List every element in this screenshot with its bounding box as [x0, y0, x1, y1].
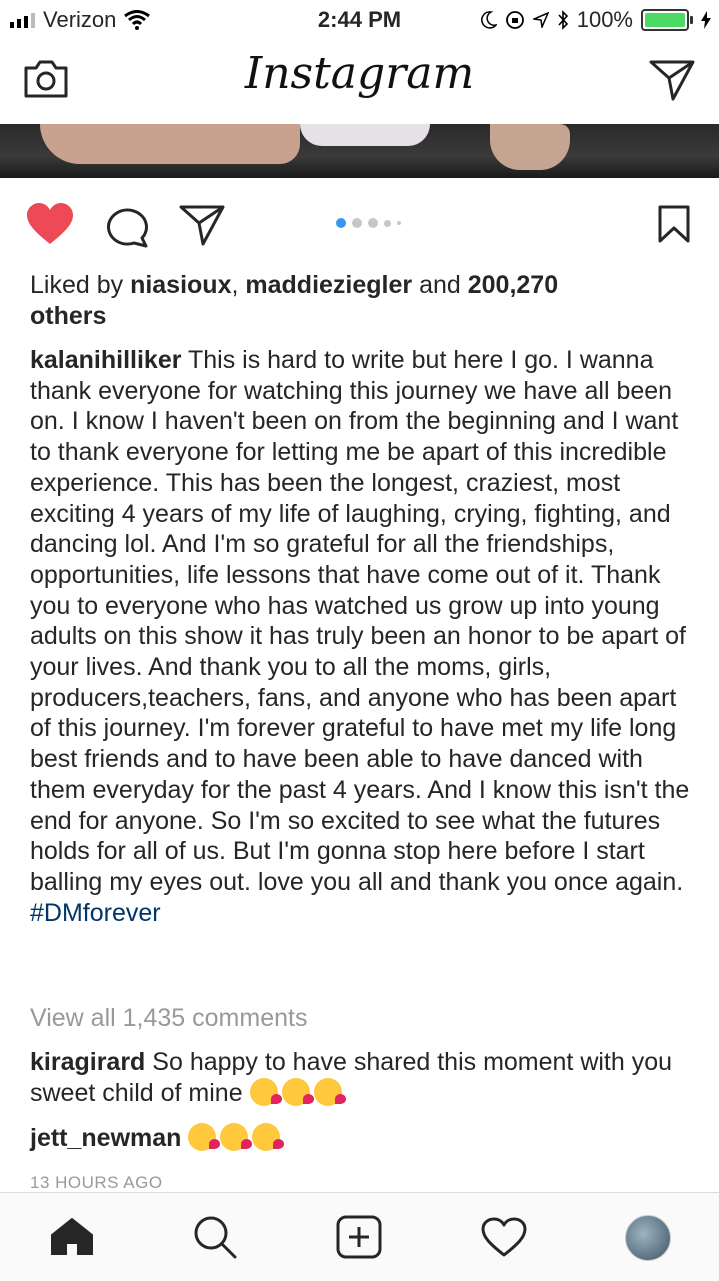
- kissing-emoji-icon: [188, 1123, 221, 1151]
- likes-separator: ,: [231, 271, 246, 299]
- location-icon: [532, 12, 549, 28]
- activity-heart-icon[interactable]: [481, 1217, 527, 1257]
- view-all-comments-link[interactable]: View all 1,435 comments: [30, 1003, 695, 1034]
- app-header: Instagram: [0, 40, 719, 124]
- home-icon[interactable]: [50, 1217, 94, 1255]
- kissing-emoji-icon: [249, 1077, 282, 1106]
- likes-line: Liked by niasioux, maddieziegler and 200…: [30, 270, 695, 331]
- likes-count: 200,270: [467, 271, 559, 299]
- kissing-emoji-icon: [220, 1123, 253, 1151]
- battery-icon: [641, 9, 693, 31]
- kissing-emoji-icon: [252, 1123, 285, 1151]
- kissing-emoji-icon: [313, 1077, 346, 1106]
- caption-author[interactable]: kalanihilliker: [30, 346, 181, 374]
- hashtag-link[interactable]: #DMforever: [30, 899, 161, 927]
- carousel-dot: [397, 221, 401, 225]
- new-post-icon[interactable]: [336, 1215, 382, 1259]
- instagram-logo: Instagram: [244, 48, 475, 99]
- carousel-indicator: [336, 218, 401, 228]
- carousel-dot: [368, 218, 378, 228]
- carousel-dot: [352, 218, 362, 228]
- post-image[interactable]: [0, 124, 719, 178]
- likes-conjunction: and: [412, 271, 468, 299]
- charging-icon: [701, 11, 711, 29]
- share-icon[interactable]: [178, 204, 226, 246]
- bluetooth-icon: [558, 10, 568, 30]
- comment-item: kiragirard So happy to have shared this …: [30, 1047, 695, 1108]
- bookmark-icon[interactable]: [657, 204, 691, 244]
- comment-item: jett_newman: [30, 1123, 695, 1154]
- orientation-lock-icon: [505, 11, 524, 29]
- post-actions: [0, 196, 719, 252]
- kissing-emoji-icon: [281, 1077, 314, 1106]
- status-bar: Verizon 2:44 PM 100%: [0, 0, 719, 40]
- search-icon[interactable]: [193, 1215, 237, 1259]
- caption-text: This is hard to write but here I go. I w…: [30, 346, 690, 896]
- comment-author[interactable]: jett_newman: [30, 1124, 181, 1152]
- status-indicators: 100%: [480, 7, 711, 33]
- direct-message-icon[interactable]: [648, 58, 696, 102]
- carousel-dot-active: [336, 218, 346, 228]
- profile-avatar[interactable]: [625, 1215, 671, 1261]
- comment-author[interactable]: kiragirard: [30, 1048, 145, 1076]
- likes-prefix: Liked by: [30, 271, 131, 299]
- battery-percent: 100%: [576, 7, 633, 32]
- likes-suffix: others: [30, 301, 107, 330]
- carousel-dot: [384, 219, 391, 227]
- comment-icon[interactable]: [104, 204, 150, 248]
- bottom-tab-bar: [0, 1192, 719, 1281]
- moon-icon: [480, 11, 497, 29]
- caption: kalanihilliker This is hard to write but…: [30, 345, 695, 928]
- like-heart-icon[interactable]: [25, 202, 75, 246]
- liker-link[interactable]: niasioux: [130, 271, 231, 299]
- liker-link[interactable]: maddieziegler: [245, 271, 412, 299]
